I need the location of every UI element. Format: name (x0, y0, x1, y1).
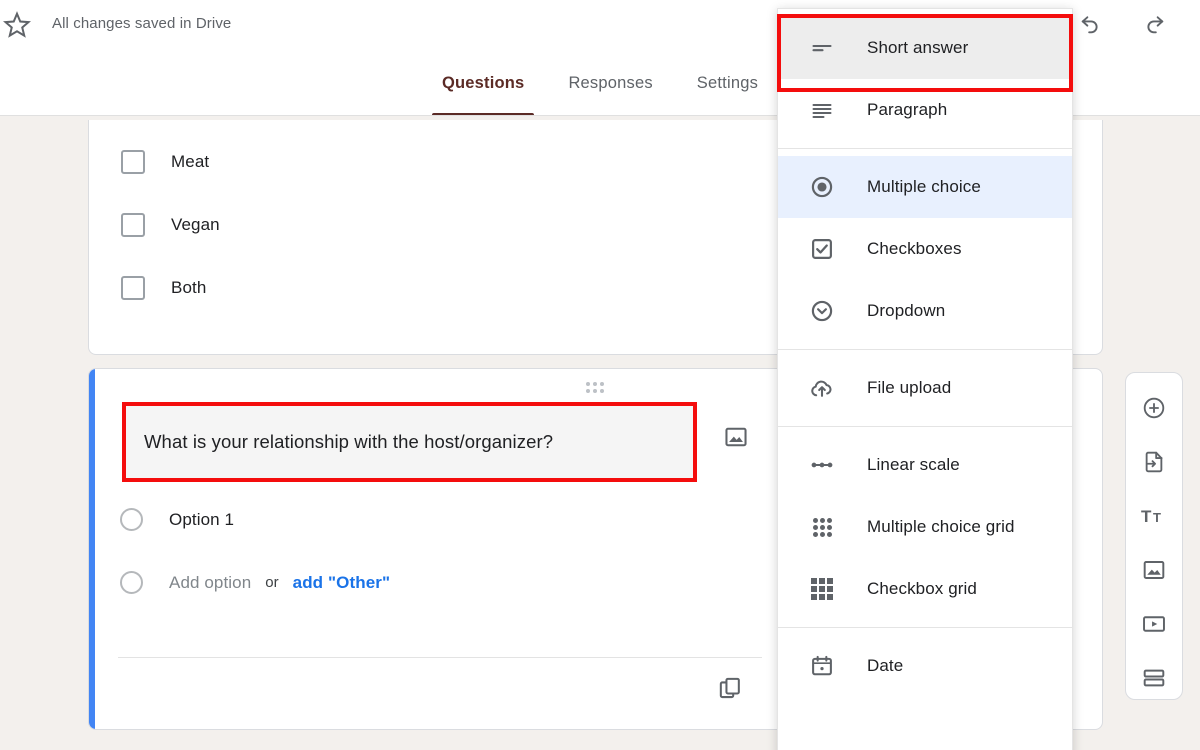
question-type-menu[interactable]: Short answer Paragraph Multiple choice C… (777, 8, 1073, 750)
active-card-accent-bar (89, 369, 95, 729)
checkbox-option-label: Vegan (171, 215, 220, 234)
menu-divider (778, 627, 1072, 628)
tab-responses-label: Responses (568, 74, 653, 92)
tab-questions-label: Questions (441, 74, 525, 92)
drag-handle-icon[interactable] (586, 382, 608, 393)
menu-item-multiple-choice-grid[interactable]: Multiple choice grid (778, 496, 1072, 558)
tab-responses[interactable]: Responses (546, 74, 674, 116)
radio-button-icon (809, 174, 835, 200)
svg-text:T: T (1153, 510, 1161, 525)
question-title-input[interactable]: What is your relationship with the host/… (122, 402, 697, 482)
undo-icon[interactable] (1070, 2, 1110, 42)
checkbox-icon[interactable] (121, 213, 145, 237)
tab-settings[interactable]: Settings (675, 74, 780, 116)
redo-icon[interactable] (1134, 2, 1174, 42)
menu-item-checkbox-grid[interactable]: Checkbox grid (778, 558, 1072, 620)
menu-item-paragraph[interactable]: Paragraph (778, 79, 1072, 141)
radio-option-1[interactable]: Option 1 (120, 508, 234, 531)
menu-item-short-answer[interactable]: Short answer (778, 17, 1072, 79)
checkbox-option-label: Meat (171, 152, 210, 171)
checkbox-grid-icon (809, 576, 835, 602)
multiple-choice-grid-icon (809, 514, 835, 540)
google-forms-editor: All changes saved in Drive Questions Res… (0, 0, 1200, 750)
question-card-divider (118, 657, 762, 658)
duplicate-icon[interactable] (712, 670, 748, 706)
star-outline-icon[interactable] (0, 10, 34, 40)
menu-divider (778, 426, 1072, 427)
short-answer-icon (809, 35, 835, 61)
menu-item-label: Paragraph (867, 100, 948, 119)
checkbox-icon (809, 236, 835, 262)
date-icon (809, 653, 835, 679)
menu-item-file-upload[interactable]: File upload (778, 357, 1072, 419)
image-icon[interactable] (719, 420, 753, 454)
question-title-text: What is your relationship with the host/… (144, 431, 554, 452)
radio-option-label: Option 1 (169, 509, 235, 529)
dropdown-icon (809, 298, 835, 324)
menu-item-label: Short answer (867, 38, 969, 57)
menu-item-dropdown[interactable]: Dropdown (778, 280, 1072, 342)
checkbox-icon[interactable] (121, 150, 145, 174)
linear-scale-icon (809, 452, 835, 478)
menu-item-label: Multiple choice grid (867, 517, 1015, 536)
menu-item-label: Linear scale (867, 455, 960, 474)
save-status-text: All changes saved in Drive (52, 15, 232, 32)
menu-item-label: Checkboxes (867, 239, 962, 258)
tab-questions[interactable]: Questions (420, 74, 546, 116)
add-image-icon[interactable] (1137, 553, 1171, 587)
menu-item-date[interactable]: Date (778, 635, 1072, 697)
add-question-icon[interactable] (1137, 391, 1171, 425)
radio-button-icon (120, 571, 143, 594)
checkbox-option-label: Both (171, 278, 207, 297)
menu-divider (778, 148, 1072, 149)
svg-text:T: T (1141, 507, 1152, 526)
radio-button-icon[interactable] (120, 508, 143, 531)
checkbox-option-meat[interactable]: Meat (121, 150, 209, 174)
file-upload-icon (809, 375, 835, 401)
or-label: or (265, 574, 279, 591)
checkbox-option-both[interactable]: Both (121, 276, 206, 300)
menu-item-label: Date (867, 656, 904, 675)
add-section-icon[interactable] (1137, 661, 1171, 695)
add-video-icon[interactable] (1137, 607, 1171, 641)
checkbox-option-vegan[interactable]: Vegan (121, 213, 220, 237)
import-questions-icon[interactable] (1137, 445, 1171, 479)
menu-item-label: Dropdown (867, 301, 946, 320)
tab-settings-label: Settings (696, 74, 759, 92)
menu-item-linear-scale[interactable]: Linear scale (778, 434, 1072, 496)
menu-item-label: Checkbox grid (867, 579, 977, 598)
paragraph-icon (809, 97, 835, 123)
checkbox-icon[interactable] (121, 276, 145, 300)
editor-tool-rail: T T (1125, 372, 1183, 700)
add-other-link[interactable]: add "Other" (293, 573, 391, 593)
menu-item-label: File upload (867, 378, 952, 397)
add-title-and-description-icon[interactable]: T T (1137, 499, 1171, 533)
add-option-label[interactable]: Add option (169, 573, 251, 593)
menu-divider (778, 349, 1072, 350)
menu-item-multiple-choice[interactable]: Multiple choice (778, 156, 1072, 218)
menu-item-checkboxes[interactable]: Checkboxes (778, 218, 1072, 280)
menu-item-label: Multiple choice (867, 177, 981, 196)
add-option-row[interactable]: Add option or add "Other" (120, 571, 390, 594)
